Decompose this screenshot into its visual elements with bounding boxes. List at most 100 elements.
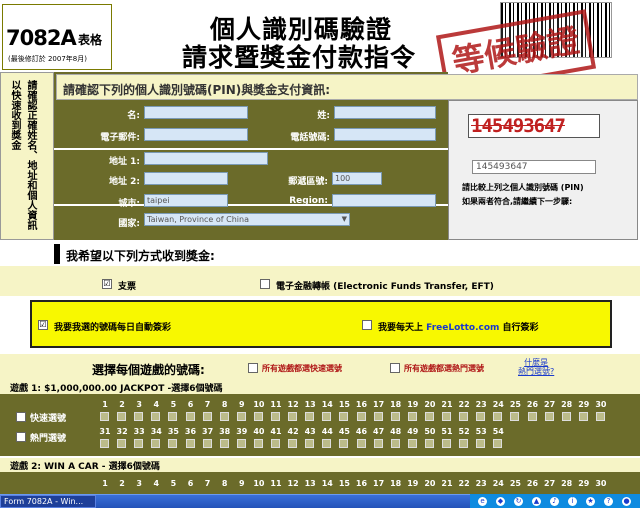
number-checkbox[interactable]: [356, 412, 366, 421]
number-checkbox[interactable]: [288, 412, 298, 421]
number-checkbox[interactable]: [390, 439, 400, 448]
number-checkbox[interactable]: [322, 412, 332, 421]
number-checkbox[interactable]: [493, 412, 503, 421]
game1-quick-pick-checkbox[interactable]: [16, 412, 26, 422]
check-payment-checkbox[interactable]: ☑: [102, 279, 112, 289]
postal-code-input[interactable]: 100: [332, 172, 382, 185]
tray-volume-icon[interactable]: ♪: [550, 497, 559, 506]
number-checkbox[interactable]: [151, 439, 161, 448]
country-select[interactable]: Taiwan, Province of China ▼: [144, 213, 350, 226]
address2-input[interactable]: [144, 172, 228, 185]
tray-shield-icon[interactable]: ▲: [532, 497, 541, 506]
number-checkbox[interactable]: [271, 412, 280, 421]
number-label: 20: [424, 400, 436, 409]
first-name-input[interactable]: [144, 106, 248, 119]
number-checkbox[interactable]: [459, 412, 469, 421]
number-checkbox[interactable]: [288, 439, 298, 448]
number-checkbox[interactable]: [100, 412, 109, 421]
number-checkbox[interactable]: [253, 412, 263, 421]
freelotto-link[interactable]: FreeLotto.com: [426, 323, 499, 333]
number-label: 34: [150, 427, 162, 436]
number-checkbox[interactable]: [134, 439, 144, 448]
number-checkbox[interactable]: [202, 412, 212, 421]
number-checkbox[interactable]: [219, 412, 229, 421]
tray-network-icon[interactable]: ◆: [496, 497, 505, 506]
number-checkbox[interactable]: [476, 412, 486, 421]
number-checkbox[interactable]: [202, 439, 212, 448]
address1-input[interactable]: [144, 152, 268, 165]
number-checkbox[interactable]: [305, 439, 315, 448]
tray-update-icon[interactable]: ★: [586, 497, 595, 506]
number-checkbox[interactable]: [442, 412, 451, 421]
number-checkbox[interactable]: [578, 412, 588, 421]
number-label: 24: [492, 479, 504, 488]
number-checkbox[interactable]: [117, 412, 127, 421]
number-checkbox[interactable]: [322, 439, 332, 448]
tray-help-icon[interactable]: ?: [604, 497, 613, 506]
form-code-suffix: 表格: [78, 33, 103, 47]
number-checkbox[interactable]: [339, 439, 349, 448]
auto-entry-checkbox[interactable]: ☑: [38, 320, 48, 330]
number-checkbox[interactable]: [305, 412, 315, 421]
number-checkbox[interactable]: [544, 412, 554, 421]
number-checkbox[interactable]: [185, 439, 195, 448]
number-checkbox[interactable]: [527, 412, 537, 421]
number-checkbox[interactable]: [373, 412, 383, 421]
pin-input[interactable]: 145493647: [472, 160, 596, 174]
all-quick-pick-checkbox[interactable]: [248, 363, 258, 373]
number-label: 5: [170, 479, 177, 488]
number-checkbox[interactable]: [459, 439, 469, 448]
tray-sync-icon[interactable]: ↻: [514, 497, 523, 506]
tray-info-icon[interactable]: i: [568, 497, 577, 506]
number-checkbox[interactable]: [151, 412, 161, 421]
number-checkbox[interactable]: [168, 412, 178, 421]
what-is-hot-pick-link[interactable]: 什麼是 熱門選號?: [518, 358, 554, 376]
page-title-line2: 請求暨獎金付款指令: [182, 43, 417, 72]
number-checkbox[interactable]: [185, 412, 195, 421]
country-value: Taiwan, Province of China: [147, 215, 249, 224]
number-checkbox[interactable]: [339, 412, 349, 421]
number-checkbox[interactable]: [117, 439, 127, 448]
number-checkbox[interactable]: [134, 412, 144, 421]
number-checkbox[interactable]: [390, 412, 400, 421]
number-checkbox[interactable]: [100, 439, 109, 448]
number-checkbox[interactable]: [168, 439, 178, 448]
tray-app-icon[interactable]: e: [478, 497, 487, 506]
phone-input[interactable]: [334, 128, 436, 141]
number-label: 31: [99, 427, 111, 436]
number-label: 47: [373, 427, 385, 436]
number-checkbox[interactable]: [236, 439, 246, 448]
number-label: 21: [441, 400, 453, 409]
region-input[interactable]: [332, 194, 436, 207]
number-checkbox[interactable]: [219, 439, 229, 448]
city-input[interactable]: taipei: [144, 194, 228, 207]
number-checkbox[interactable]: [407, 439, 417, 448]
number-checkbox[interactable]: [476, 439, 486, 448]
surname-input[interactable]: [334, 106, 436, 119]
email-input[interactable]: [144, 128, 248, 141]
number-checkbox[interactable]: [493, 439, 503, 448]
tray-security-icon[interactable]: ●: [622, 497, 631, 506]
daily-manual-checkbox[interactable]: [362, 320, 372, 330]
number-checkbox[interactable]: [424, 439, 434, 448]
game1-quick-pick-label: 快速選號: [30, 414, 67, 424]
number-checkbox[interactable]: [373, 439, 383, 448]
all-hot-pick-checkbox[interactable]: [390, 363, 400, 373]
number-checkbox[interactable]: [407, 412, 417, 421]
taskbar-window-item[interactable]: Form 7082A - Win...: [0, 495, 96, 508]
number-checkbox[interactable]: [236, 412, 246, 421]
number-checkbox[interactable]: [271, 439, 280, 448]
number-checkbox[interactable]: [561, 412, 571, 421]
number-checkbox[interactable]: [442, 439, 451, 448]
number-checkbox[interactable]: [356, 439, 366, 448]
number-checkbox[interactable]: [424, 412, 434, 421]
number-label: 22: [458, 479, 470, 488]
game1-hot-pick-checkbox[interactable]: [16, 432, 26, 442]
number-checkbox[interactable]: [510, 412, 520, 421]
number-checkbox[interactable]: [595, 412, 605, 421]
number-label: 48: [390, 427, 402, 436]
eft-payment-checkbox[interactable]: [260, 279, 270, 289]
game1-title: 遊戲 1: $1,000,000.00 JACKPOT -選擇6個號碼: [10, 384, 223, 394]
auto-entry-label: 我要我選的號碼每日自動簽彩: [54, 323, 172, 333]
number-checkbox[interactable]: [253, 439, 263, 448]
